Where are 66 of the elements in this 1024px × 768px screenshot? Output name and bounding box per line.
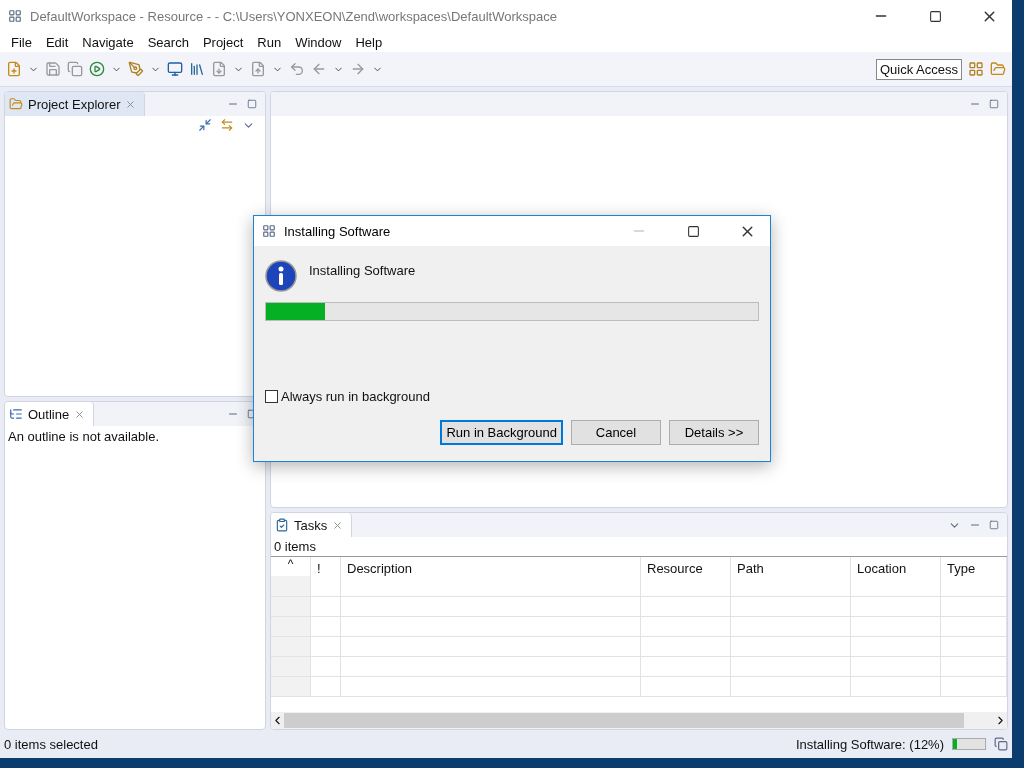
- dialog-button[interactable]: Run in Background: [440, 420, 563, 445]
- save-all-icon[interactable]: [67, 61, 83, 77]
- checkbox-label: Always run in background: [281, 389, 430, 404]
- row-header: [271, 597, 311, 617]
- tab-label: Outline: [28, 406, 70, 422]
- item-count: 0 items: [271, 537, 1007, 557]
- app-icon: [8, 9, 22, 23]
- view-tab[interactable]: Project Explorer: [5, 92, 146, 116]
- row-header: [271, 677, 311, 697]
- row-header: [271, 617, 311, 637]
- maximize-icon[interactable]: [686, 224, 700, 238]
- status-text: 0 items selected: [4, 736, 98, 752]
- menu-item[interactable]: Navigate: [75, 34, 141, 50]
- new-file-icon[interactable]: [6, 61, 22, 77]
- monitor-icon[interactable]: [167, 61, 183, 77]
- menu-item[interactable]: Window: [288, 34, 349, 50]
- menu-item[interactable]: File: [4, 34, 39, 50]
- folder-icon: [9, 97, 23, 111]
- window-title: DefaultWorkspace - Resource - - C:\Users\YONXEON\Zend\workspaces\DefaultWorkspace: [30, 8, 558, 24]
- tab-label: Tasks: [294, 517, 328, 533]
- progress-view-icon[interactable]: [994, 737, 1008, 751]
- progress-bar: [952, 738, 986, 750]
- horizontal-scrollbar[interactable]: [271, 712, 1007, 729]
- dialog-heading: Installing Software: [309, 262, 416, 278]
- scrollbar-thumb[interactable]: [284, 713, 964, 728]
- quick-access-field[interactable]: Quick Access: [875, 58, 962, 80]
- view-tab[interactable]: Outline: [5, 402, 95, 426]
- document-up-icon[interactable]: [250, 61, 266, 77]
- view-tab[interactable]: Tasks: [271, 513, 353, 537]
- progress-status-text: Installing Software: (12%): [795, 736, 944, 752]
- maximize-icon[interactable]: [928, 9, 942, 23]
- outline-message: An outline is not available.: [7, 428, 161, 446]
- menu-item[interactable]: Search: [140, 34, 196, 50]
- clipboard-check-icon: [275, 518, 289, 532]
- run-icon[interactable]: [89, 61, 105, 77]
- pen-icon[interactable]: [128, 61, 144, 77]
- table-cell: [311, 637, 341, 657]
- save-icon[interactable]: [45, 61, 61, 77]
- dialog-button[interactable]: Cancel: [571, 420, 661, 445]
- perspective-icon[interactable]: [990, 61, 1006, 77]
- link-editor-icon[interactable]: [220, 118, 234, 132]
- tab-label: Project Explorer: [28, 96, 121, 112]
- back-edit-icon[interactable]: [289, 61, 305, 77]
- dialog-button[interactable]: Details >>: [669, 420, 759, 445]
- menu-item[interactable]: Project: [195, 34, 251, 50]
- checkbox[interactable]: [265, 390, 278, 403]
- table-cell: [311, 677, 341, 697]
- sort-marker[interactable]: ^: [271, 557, 311, 597]
- collapse-all-icon[interactable]: [198, 118, 212, 132]
- app-icon: [262, 224, 276, 238]
- outline-icon: [9, 407, 23, 421]
- menu-item[interactable]: Run: [250, 34, 289, 50]
- books-icon[interactable]: [189, 61, 205, 77]
- table-cell: [311, 617, 341, 637]
- info-icon: [265, 260, 297, 292]
- open-perspective-icon[interactable]: [968, 61, 984, 77]
- table-cell: [311, 657, 341, 677]
- document-down-icon[interactable]: [211, 61, 227, 77]
- dialog-title: Installing Software: [284, 223, 392, 239]
- menu-item[interactable]: Edit: [38, 34, 76, 50]
- back-icon[interactable]: [311, 61, 327, 77]
- row-header: [271, 637, 311, 657]
- row-header: [271, 657, 311, 677]
- forward-icon[interactable]: [350, 61, 366, 77]
- table-cell: [311, 597, 341, 617]
- menu-item[interactable]: Help: [348, 34, 390, 50]
